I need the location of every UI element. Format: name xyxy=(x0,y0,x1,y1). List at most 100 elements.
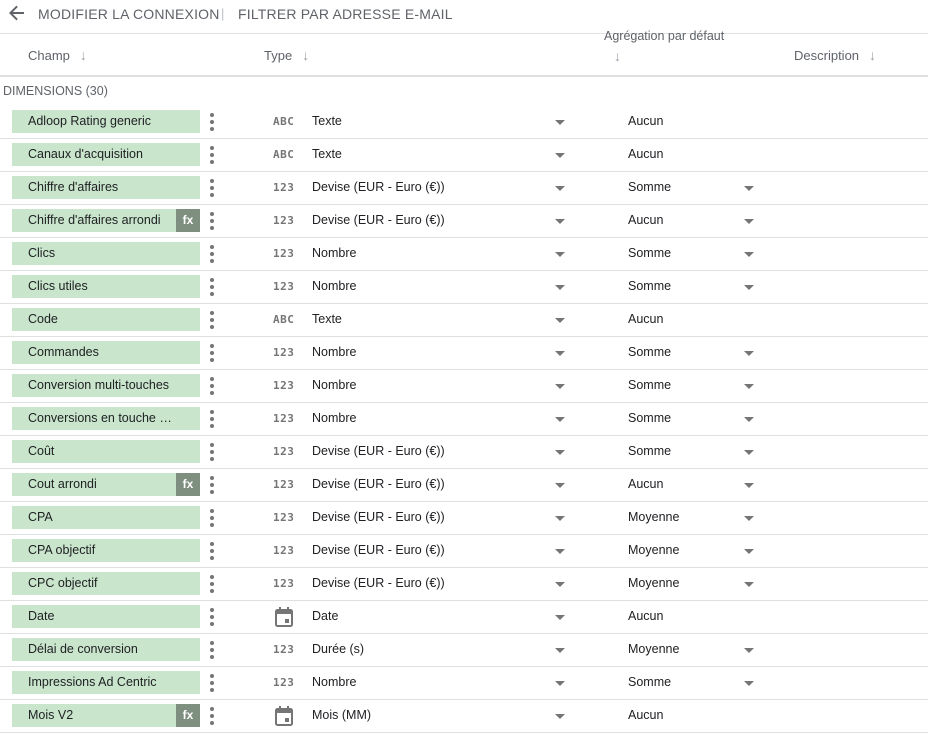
type-dropdown-icon[interactable] xyxy=(555,384,565,389)
filter-by-email-button[interactable]: FILTRER PAR ADRESSE E-MAIL xyxy=(238,6,453,22)
field-type-select[interactable]: Texte xyxy=(312,312,342,326)
aggregation-select[interactable]: Somme xyxy=(628,675,671,689)
aggregation-select[interactable]: Somme xyxy=(628,279,671,293)
field-chip[interactable]: CPA objectif xyxy=(12,539,200,562)
field-chip[interactable]: Commandes xyxy=(12,341,200,364)
aggregation-select[interactable]: Aucun xyxy=(628,312,663,326)
more-vert-icon[interactable] xyxy=(207,707,217,725)
type-dropdown-icon[interactable] xyxy=(555,615,565,620)
type-dropdown-icon[interactable] xyxy=(555,582,565,587)
field-type-select[interactable]: Devise (EUR - Euro (€)) xyxy=(312,444,445,458)
field-type-select[interactable]: Nombre xyxy=(312,279,356,293)
type-dropdown-icon[interactable] xyxy=(555,417,565,422)
aggregation-select[interactable]: Somme xyxy=(628,180,671,194)
aggregation-select[interactable]: Aucun xyxy=(628,114,663,128)
aggregation-select[interactable]: Aucun xyxy=(628,213,663,227)
aggregation-dropdown-icon[interactable] xyxy=(744,186,754,191)
aggregation-select[interactable]: Somme xyxy=(628,378,671,392)
aggregation-select[interactable]: Aucun xyxy=(628,609,663,623)
type-dropdown-icon[interactable] xyxy=(555,186,565,191)
field-type-select[interactable]: Date xyxy=(312,609,338,623)
aggregation-dropdown-icon[interactable] xyxy=(744,549,754,554)
aggregation-select[interactable]: Moyenne xyxy=(628,543,679,557)
field-chip[interactable]: Délai de conversion xyxy=(12,638,200,661)
arrow-left-icon[interactable] xyxy=(8,4,30,24)
sort-arrow-icon[interactable]: ↓ xyxy=(614,48,724,64)
field-type-select[interactable]: Nombre xyxy=(312,378,356,392)
field-type-select[interactable]: Mois (MM) xyxy=(312,708,371,722)
field-chip[interactable]: Clics utiles xyxy=(12,275,200,298)
aggregation-select[interactable]: Aucun xyxy=(628,477,663,491)
type-dropdown-icon[interactable] xyxy=(555,285,565,290)
field-chip[interactable]: Adloop Rating generic xyxy=(12,110,200,133)
field-chip[interactable]: Chiffre d'affaires arrondi fx xyxy=(12,209,200,232)
field-chip[interactable]: Cout arrondi fx xyxy=(12,473,200,496)
aggregation-dropdown-icon[interactable] xyxy=(744,417,754,422)
aggregation-dropdown-icon[interactable] xyxy=(744,285,754,290)
column-header-field[interactable]: Champ ↓ xyxy=(28,47,87,63)
sort-arrow-icon[interactable]: ↓ xyxy=(869,47,876,63)
type-dropdown-icon[interactable] xyxy=(555,252,565,257)
more-vert-icon[interactable] xyxy=(207,542,217,560)
type-dropdown-icon[interactable] xyxy=(555,219,565,224)
type-dropdown-icon[interactable] xyxy=(555,318,565,323)
column-header-type[interactable]: Type ↓ xyxy=(264,47,309,63)
field-type-select[interactable]: Nombre xyxy=(312,411,356,425)
aggregation-select[interactable]: Aucun xyxy=(628,708,663,722)
column-header-description[interactable]: Description ↓ xyxy=(794,47,876,63)
type-dropdown-icon[interactable] xyxy=(555,549,565,554)
more-vert-icon[interactable] xyxy=(207,113,217,131)
aggregation-select[interactable]: Moyenne xyxy=(628,642,679,656)
aggregation-select[interactable]: Somme xyxy=(628,246,671,260)
field-chip[interactable]: Coût xyxy=(12,440,200,463)
field-type-select[interactable]: Nombre xyxy=(312,345,356,359)
type-dropdown-icon[interactable] xyxy=(555,351,565,356)
field-type-select[interactable]: Devise (EUR - Euro (€)) xyxy=(312,510,445,524)
aggregation-dropdown-icon[interactable] xyxy=(744,483,754,488)
more-vert-icon[interactable] xyxy=(207,377,217,395)
aggregation-dropdown-icon[interactable] xyxy=(744,351,754,356)
field-type-select[interactable]: Durée (s) xyxy=(312,642,364,656)
field-type-select[interactable]: Nombre xyxy=(312,246,356,260)
aggregation-dropdown-icon[interactable] xyxy=(744,252,754,257)
aggregation-select[interactable]: Somme xyxy=(628,411,671,425)
field-chip[interactable]: Date xyxy=(12,605,200,628)
more-vert-icon[interactable] xyxy=(207,674,217,692)
aggregation-dropdown-icon[interactable] xyxy=(744,681,754,686)
more-vert-icon[interactable] xyxy=(207,344,217,362)
type-dropdown-icon[interactable] xyxy=(555,153,565,158)
field-type-select[interactable]: Texte xyxy=(312,114,342,128)
aggregation-dropdown-icon[interactable] xyxy=(744,219,754,224)
aggregation-select[interactable]: Moyenne xyxy=(628,510,679,524)
type-dropdown-icon[interactable] xyxy=(555,648,565,653)
field-chip[interactable]: Chiffre d'affaires xyxy=(12,176,200,199)
aggregation-select[interactable]: Somme xyxy=(628,345,671,359)
more-vert-icon[interactable] xyxy=(207,245,217,263)
more-vert-icon[interactable] xyxy=(207,443,217,461)
field-chip[interactable]: Conversions en touche un… xyxy=(12,407,200,430)
field-type-select[interactable]: Devise (EUR - Euro (€)) xyxy=(312,576,445,590)
type-dropdown-icon[interactable] xyxy=(555,450,565,455)
more-vert-icon[interactable] xyxy=(207,509,217,527)
more-vert-icon[interactable] xyxy=(207,608,217,626)
aggregation-dropdown-icon[interactable] xyxy=(744,648,754,653)
field-chip[interactable]: Impressions Ad Centric xyxy=(12,671,200,694)
more-vert-icon[interactable] xyxy=(207,476,217,494)
more-vert-icon[interactable] xyxy=(207,311,217,329)
sort-arrow-icon[interactable]: ↓ xyxy=(80,47,87,63)
field-chip[interactable]: Canaux d'acquisition xyxy=(12,143,200,166)
type-dropdown-icon[interactable] xyxy=(555,681,565,686)
field-type-select[interactable]: Devise (EUR - Euro (€)) xyxy=(312,180,445,194)
type-dropdown-icon[interactable] xyxy=(555,483,565,488)
field-chip[interactable]: CPA xyxy=(12,506,200,529)
aggregation-select[interactable]: Aucun xyxy=(628,147,663,161)
field-type-select[interactable]: Texte xyxy=(312,147,342,161)
more-vert-icon[interactable] xyxy=(207,212,217,230)
edit-connection-button[interactable]: MODIFIER LA CONNEXION xyxy=(38,6,220,22)
more-vert-icon[interactable] xyxy=(207,575,217,593)
field-chip[interactable]: CPC objectif xyxy=(12,572,200,595)
field-type-select[interactable]: Devise (EUR - Euro (€)) xyxy=(312,543,445,557)
aggregation-select[interactable]: Somme xyxy=(628,444,671,458)
type-dropdown-icon[interactable] xyxy=(555,120,565,125)
more-vert-icon[interactable] xyxy=(207,410,217,428)
